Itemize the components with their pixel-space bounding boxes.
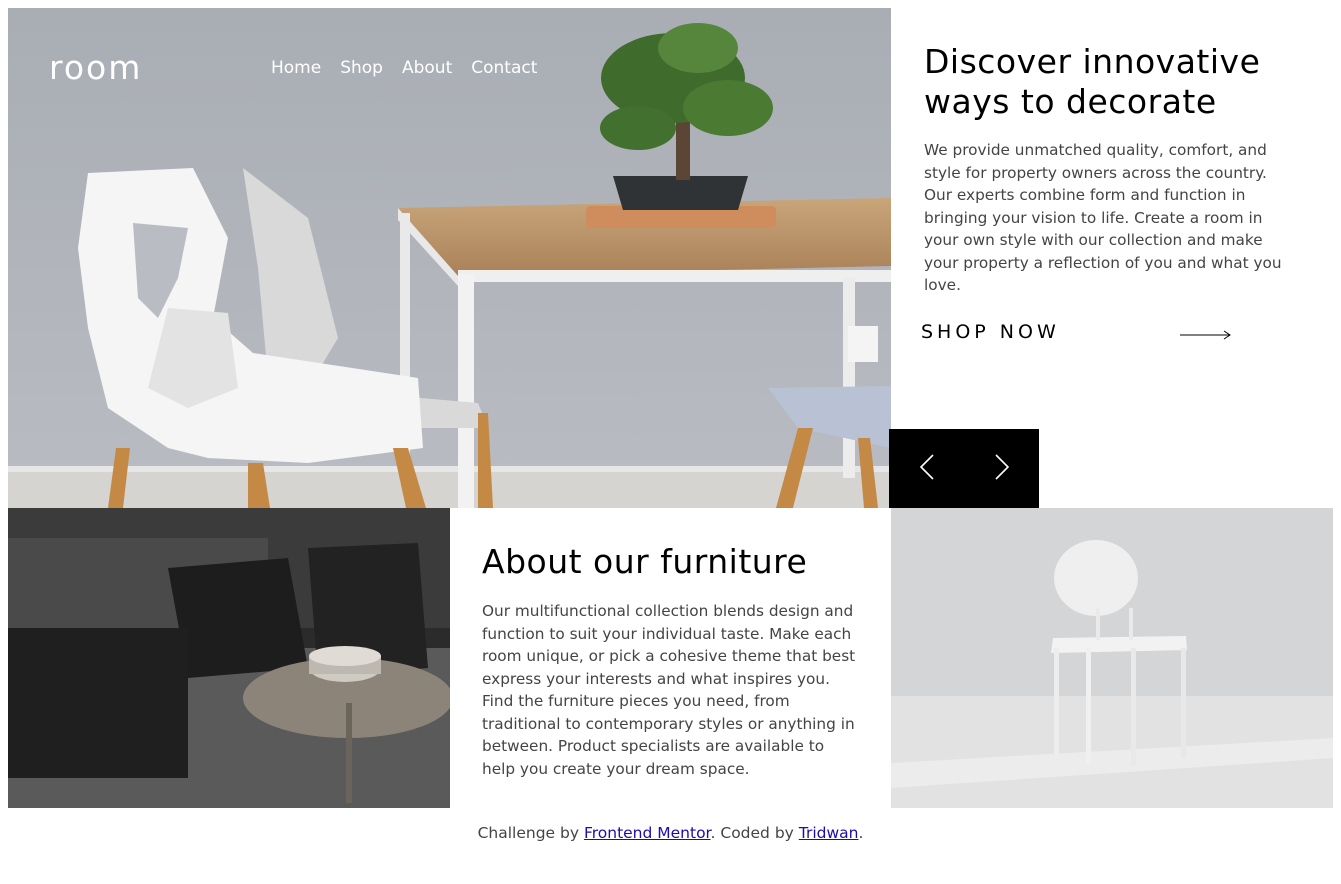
shop-now-label: SHOP NOW — [921, 321, 1060, 343]
shop-now-button[interactable]: SHOP NOW — [921, 318, 1241, 346]
about-title: About our furniture — [482, 542, 808, 581]
nav-link-shop[interactable]: Shop — [340, 58, 383, 78]
attribution-footer: Challenge by Frontend Mentor. Coded by T… — [0, 824, 1341, 842]
slider-next-button[interactable] — [964, 429, 1039, 509]
arrow-right-icon — [1180, 326, 1232, 345]
footer-middle: . Coded by — [710, 824, 799, 842]
nav-link-contact[interactable]: Contact — [471, 58, 537, 78]
hero-title: Discover innovative ways to decorate — [924, 42, 1261, 121]
slider-controls — [889, 429, 1039, 509]
chevron-right-icon — [994, 454, 1009, 484]
nav-link-about[interactable]: About — [402, 58, 452, 78]
hero-section: room Home Shop About Contact Discover in… — [8, 8, 1333, 509]
about-text-panel: About our furniture Our multifunctional … — [450, 508, 891, 808]
hero-description: We provide unmatched quality, comfort, a… — [924, 141, 1282, 294]
logo[interactable]: room — [49, 48, 142, 87]
white-chair-image — [891, 508, 1333, 808]
slider-prev-button[interactable] — [889, 429, 964, 509]
footer-prefix: Challenge by — [477, 824, 584, 842]
dark-living-room-image — [8, 508, 450, 808]
frontend-mentor-link[interactable]: Frontend Mentor — [584, 824, 711, 842]
footer-suffix: . — [858, 824, 864, 842]
about-section: About our furniture Our multifunctional … — [8, 508, 1333, 808]
author-link[interactable]: Tridwan — [799, 824, 859, 842]
chevron-left-icon — [919, 454, 934, 484]
nav-links: Home Shop About Contact — [271, 58, 556, 78]
nav-link-home[interactable]: Home — [271, 58, 321, 78]
main-nav: room Home Shop About Contact — [8, 8, 891, 128]
about-description: Our multifunctional collection blends de… — [482, 602, 856, 778]
